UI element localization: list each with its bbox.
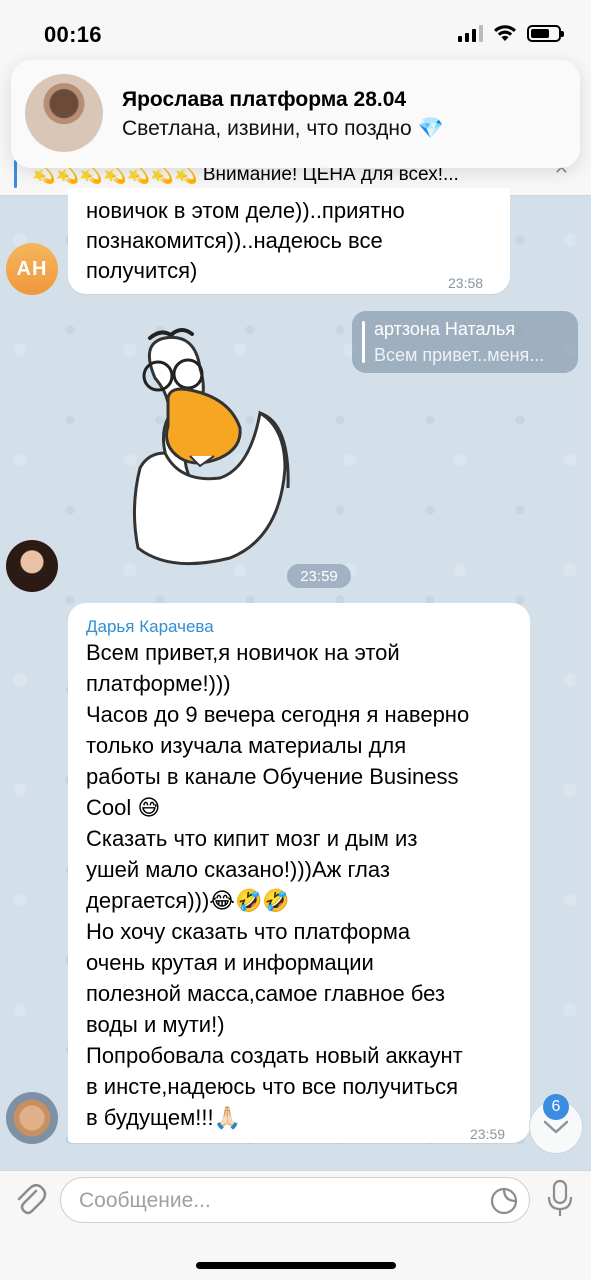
- battery-icon: [527, 24, 564, 42]
- message-input[interactable]: [79, 1186, 479, 1216]
- paperclip-icon[interactable]: [12, 1181, 48, 1217]
- notification-title: Ярослава платформа 28.04: [122, 88, 407, 111]
- status-icons: [458, 24, 564, 42]
- signal-icon: [458, 24, 483, 42]
- pinned-indicator: [14, 160, 17, 188]
- diamond-icon: 💎: [417, 117, 444, 140]
- unread-badge: 6: [543, 1094, 569, 1120]
- wifi-icon: [494, 25, 516, 41]
- microphone-icon[interactable]: [546, 1179, 574, 1219]
- duck-sticker[interactable]: [110, 318, 300, 580]
- avatar[interactable]: [6, 1092, 58, 1144]
- message-time: 23:59: [470, 1126, 506, 1142]
- message-bubble[interactable]: новичок в этом деле))..приятно познакоми…: [68, 188, 510, 294]
- avatar[interactable]: [6, 540, 58, 592]
- message-time: 23:58: [448, 275, 484, 291]
- home-indicator: [196, 1262, 396, 1269]
- avatar[interactable]: АН: [6, 243, 58, 295]
- status-time: 00:16: [44, 22, 102, 47]
- reply-preview[interactable]: артзона Наталья Всем привет..меня...: [352, 311, 578, 373]
- chevron-down-icon: [543, 1120, 569, 1134]
- message-input-field[interactable]: [60, 1177, 530, 1223]
- reply-indicator: [362, 321, 365, 363]
- reply-sender: артзона Наталья: [374, 319, 516, 339]
- reply-text: Всем привет..меня...: [374, 345, 545, 365]
- sticker-time: 23:59: [287, 564, 351, 588]
- notification-avatar: [25, 74, 103, 152]
- notification-banner[interactable]: Ярослава платформа 28.04 Светлана, извин…: [11, 60, 580, 168]
- message-bubble[interactable]: Дарья Карачева Всем привет,я новичок на …: [68, 603, 530, 1143]
- message-text: новичок в этом деле))..приятно познакоми…: [86, 198, 405, 283]
- notification-body-text: Светлана, извини, что поздно: [122, 117, 412, 140]
- message-text: Всем привет,я новичок на этой платформе!…: [86, 640, 470, 1130]
- sticker-icon[interactable]: [489, 1186, 519, 1216]
- notification-body: Светлана, извини, что поздно 💎: [122, 117, 444, 141]
